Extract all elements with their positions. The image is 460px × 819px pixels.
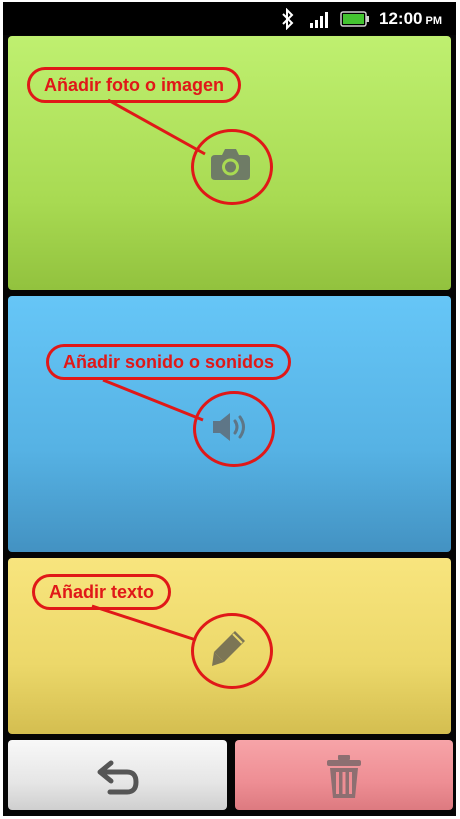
- phone-screen: 12:00 PM Añadir foto o imagen Añadir soni…: [3, 2, 456, 816]
- add-sound-panel[interactable]: Añadir sonido o sonidos: [8, 296, 451, 552]
- clock-time: 12:00: [379, 9, 423, 28]
- camera-icon: [211, 149, 250, 180]
- trash-icon: [327, 755, 361, 798]
- battery-icon: [340, 11, 369, 27]
- add-photo-label: Añadir foto o imagen: [27, 67, 241, 103]
- pencil-icon: [212, 631, 245, 666]
- delete-button[interactable]: [235, 740, 453, 810]
- status-bar: 12:00 PM: [3, 2, 456, 35]
- speaker-icon: [213, 413, 245, 441]
- undo-arrow-icon: [97, 760, 139, 795]
- add-text-label: Añadir texto: [32, 574, 172, 610]
- clock-ampm: PM: [425, 15, 442, 27]
- add-text-panel[interactable]: Añadir texto: [8, 558, 451, 734]
- signal-icon: [310, 12, 328, 28]
- back-button[interactable]: [8, 740, 227, 810]
- status-clock: 12:00 PM: [379, 9, 442, 29]
- add-sound-label: Añadir sonido o sonidos: [46, 344, 291, 380]
- bluetooth-icon: [282, 8, 294, 30]
- add-photo-panel[interactable]: Añadir foto o imagen: [8, 36, 451, 290]
